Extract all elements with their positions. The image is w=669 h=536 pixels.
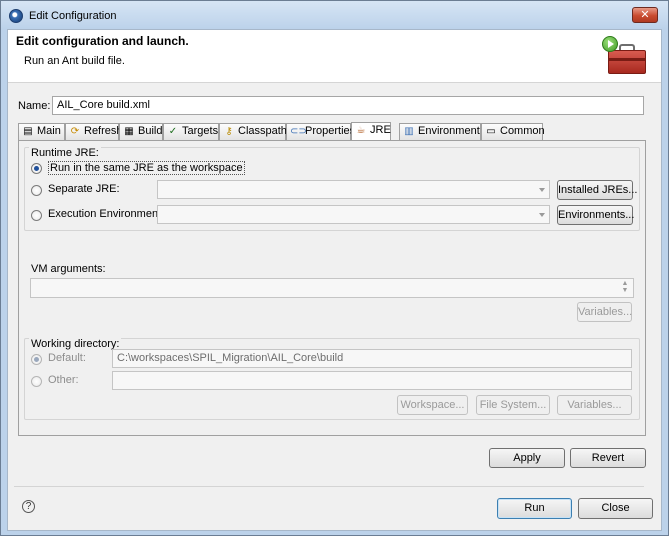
name-label: Name: <box>18 100 51 112</box>
default-directory-label[interactable]: Default: <box>48 352 86 364</box>
jre-icon: ☕ <box>356 125 366 136</box>
dialog-header: Edit configuration and launch. Run an An… <box>8 30 661 83</box>
tab-classpath[interactable]: ⚷ Classpath <box>219 123 287 140</box>
tab-targets[interactable]: ✓ Targets <box>163 123 219 140</box>
edit-configuration-window: Edit Configuration ✕ Edit configuration … <box>0 0 669 536</box>
jre-tab-panel: Runtime JRE: Run in the same JRE as the … <box>18 140 646 436</box>
tab-jre[interactable]: ☕ JRE <box>351 122 391 141</box>
chevron-down-icon <box>539 188 545 192</box>
runtime-jre-label: Runtime JRE: <box>29 147 101 159</box>
tab-environment[interactable]: ▥ Environment <box>399 123 481 140</box>
run-button[interactable]: Run <box>497 498 572 519</box>
chevron-down-icon <box>539 213 545 217</box>
other-directory-label[interactable]: Other: <box>48 374 79 386</box>
workspace-button[interactable]: Workspace... <box>397 395 468 415</box>
build-icon: ▦ <box>124 126 134 137</box>
run-play-icon <box>602 36 618 52</box>
tab-refresh[interactable]: ⟳ Refresh <box>65 123 123 140</box>
installed-jres-button[interactable]: Installed JREs... <box>557 180 637 200</box>
file-system-button[interactable]: File System... <box>476 395 550 415</box>
execution-environment-radio[interactable] <box>31 210 42 221</box>
properties-icon: ⊂⊃ <box>290 126 307 137</box>
same-jre-label[interactable]: Run in the same JRE as the workspace <box>48 161 245 175</box>
ant-toolbox-icon <box>602 36 650 76</box>
execution-environment-label[interactable]: Execution Environment: <box>48 208 164 220</box>
separate-jre-label[interactable]: Separate JRE: <box>48 183 120 195</box>
name-field[interactable]: AIL_Core build.xml <box>52 96 644 115</box>
tab-common[interactable]: ▭ Common <box>481 123 545 140</box>
eclipse-icon <box>9 9 23 23</box>
vm-variables-button[interactable]: Variables... <box>577 302 632 322</box>
window-title: Edit Configuration <box>29 10 117 22</box>
dialog-content: Edit configuration and launch. Run an An… <box>7 29 662 531</box>
default-directory-field[interactable]: C:\workspaces\SPIL_Migration\AIL_Core\bu… <box>112 349 632 368</box>
execution-environment-dropdown[interactable] <box>157 205 550 224</box>
tab-build[interactable]: ▦ Build <box>119 123 163 140</box>
title-bar[interactable]: Edit Configuration ✕ <box>1 1 668 29</box>
apply-button[interactable]: Apply <box>489 448 565 468</box>
bottom-separator <box>14 486 644 487</box>
separate-jre-radio[interactable] <box>31 185 42 196</box>
working-directory-label: Working directory: <box>29 338 122 350</box>
help-icon[interactable]: ? <box>22 500 35 513</box>
targets-icon: ✓ <box>168 126 178 137</box>
other-directory-field[interactable] <box>112 371 632 390</box>
separate-jre-dropdown[interactable] <box>157 180 550 199</box>
environments-button[interactable]: Environments... <box>557 205 634 225</box>
window-close-button[interactable]: ✕ <box>632 7 658 23</box>
header-title: Edit configuration and launch. <box>16 34 189 48</box>
other-directory-radio[interactable] <box>31 376 42 387</box>
same-jre-radio[interactable] <box>31 163 42 174</box>
common-icon: ▭ <box>486 126 496 137</box>
main-icon: ▤ <box>23 126 33 137</box>
header-description: Run an Ant build file. <box>24 55 125 67</box>
refresh-icon: ⟳ <box>70 126 80 137</box>
vm-arguments-spinner[interactable]: ▲ ▼ <box>620 280 630 294</box>
vm-arguments-field[interactable] <box>30 278 634 298</box>
default-directory-radio[interactable] <box>31 354 42 365</box>
vm-arguments-label: VM arguments: <box>31 263 106 275</box>
environment-icon: ▥ <box>404 126 414 137</box>
classpath-icon: ⚷ <box>225 126 233 137</box>
wd-variables-button[interactable]: Variables... <box>557 395 632 415</box>
tab-properties[interactable]: ⊂⊃ Properties <box>286 123 355 140</box>
revert-button[interactable]: Revert <box>570 448 646 468</box>
close-button[interactable]: Close <box>578 498 653 519</box>
tab-main[interactable]: ▤ Main <box>18 123 65 140</box>
